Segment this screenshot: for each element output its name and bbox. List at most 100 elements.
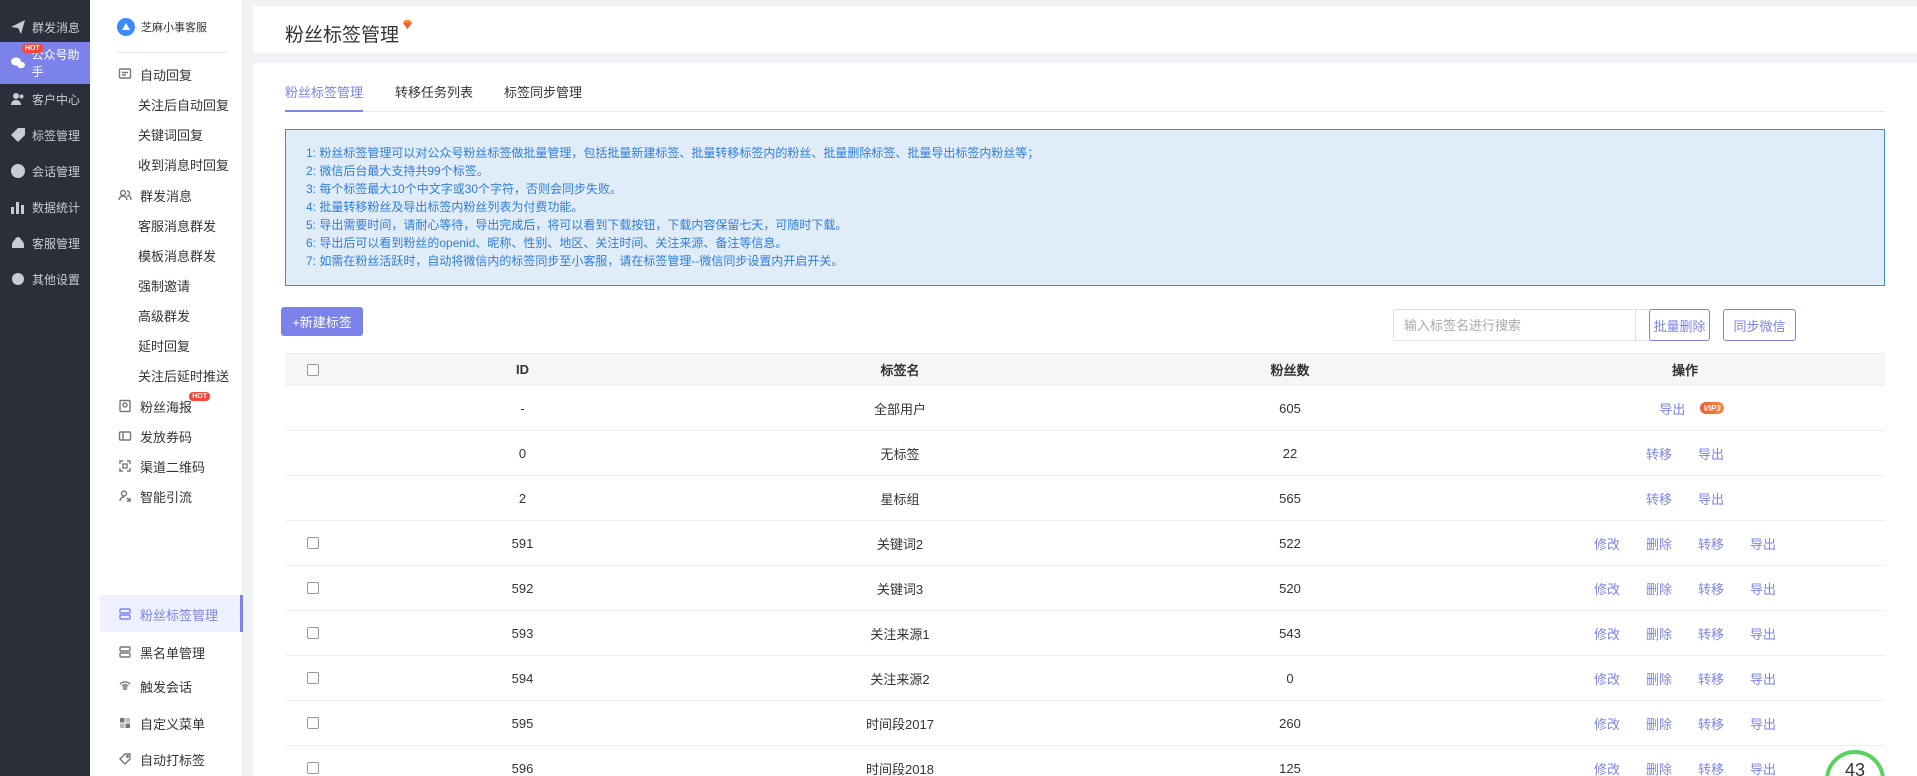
row-checkbox[interactable] xyxy=(306,717,319,729)
op-link[interactable]: 删除 xyxy=(1646,624,1672,643)
op-link[interactable]: 导出 xyxy=(1698,489,1724,508)
op-link[interactable]: 修改 xyxy=(1594,579,1620,598)
tab-transfer-tasks[interactable]: 转移任务列表 xyxy=(395,82,473,112)
image-icon xyxy=(117,398,133,414)
op-link[interactable]: 转移 xyxy=(1698,579,1724,598)
op-link[interactable]: 转移 xyxy=(1698,714,1724,733)
notice-line: 4: 批量转移粉丝及导出标签内粉丝列表为付费功能。 xyxy=(306,200,584,214)
submenu-label: 智能引流 xyxy=(140,489,193,505)
select-all-checkbox[interactable] xyxy=(306,363,319,376)
nav-item-7[interactable]: 其他设置 xyxy=(0,258,90,300)
submenu-label: 渠道二维码 xyxy=(140,459,206,475)
submenu-blacklist[interactable]: 黑名单管理 xyxy=(117,640,205,664)
submenu-force-invite[interactable]: 强制邀请 xyxy=(138,273,190,297)
cell-name: 关键词3 xyxy=(876,581,924,597)
table-row: 0 无标签 22 转移 导出 xyxy=(285,431,1885,476)
table-row: 593 关注来源1 543 修改 删除 转移 导出 xyxy=(285,611,1885,656)
op-link[interactable]: 导出 xyxy=(1698,444,1724,463)
cell-fans: 565 xyxy=(1279,490,1301,506)
search-input[interactable] xyxy=(1394,310,1635,340)
submenu-fan-tag[interactable]: 粉丝标签管理 xyxy=(117,602,218,626)
op-link[interactable]: 删除 xyxy=(1646,534,1672,553)
op-link[interactable]: 转移 xyxy=(1698,624,1724,643)
submenu-message-reply[interactable]: 收到消息时回复 xyxy=(138,152,229,176)
submenu-follow-reply[interactable]: 关注后自动回复 xyxy=(138,92,229,116)
checkbox-cell xyxy=(285,656,340,700)
message-icon xyxy=(117,66,133,82)
sync-wechat-button[interactable]: 同步微信 xyxy=(1723,309,1796,341)
divider xyxy=(117,52,227,53)
submenu-template-mass[interactable]: 模板消息群发 xyxy=(138,243,216,267)
row-checkbox[interactable] xyxy=(306,762,319,774)
submenu-coupon[interactable]: 发放券码 xyxy=(117,424,192,448)
submenu-trigger-chat[interactable]: 触发会话 xyxy=(117,674,192,698)
brand-logo-icon xyxy=(117,18,135,36)
row-checkbox[interactable] xyxy=(306,537,319,549)
submenu-label: 发放券码 xyxy=(140,429,193,445)
users-icon xyxy=(9,90,27,108)
vip-diamond-icon xyxy=(402,19,413,30)
op-link[interactable]: 导出 xyxy=(1750,714,1776,733)
submenu-keyword-reply[interactable]: 关键词回复 xyxy=(138,122,203,146)
submenu-custom-menu[interactable]: 自定义菜单 xyxy=(117,711,205,735)
tab-tag-sync[interactable]: 标签同步管理 xyxy=(504,82,582,112)
sub-menu: 芝麻小事客服 自动回复 关注后自动回复 关键词回复 收到消息时回复 群发消息 客… xyxy=(90,0,243,776)
new-tag-button[interactable]: +新建标签 xyxy=(281,307,363,336)
op-link[interactable]: 导出 xyxy=(1750,624,1776,643)
op-link[interactable]: 转移 xyxy=(1646,444,1672,463)
submenu-cs-mass[interactable]: 客服消息群发 xyxy=(138,213,216,237)
tab-fan-tag[interactable]: 粉丝标签管理 xyxy=(285,82,364,112)
row-checkbox[interactable] xyxy=(306,627,319,639)
cell-id: 591 xyxy=(511,535,534,551)
cell-id: 594 xyxy=(511,670,534,686)
op-link[interactable]: 修改 xyxy=(1594,534,1620,553)
cell-name: 无标签 xyxy=(880,446,920,462)
nav-item-label: 会话管理 xyxy=(32,164,81,179)
op-link[interactable]: 导出 xyxy=(1750,579,1776,598)
page-header: 粉丝标签管理 xyxy=(253,6,1917,53)
cell-ops: 转移 导出 xyxy=(1485,431,1885,475)
op-link[interactable]: 删除 xyxy=(1646,759,1672,776)
support-icon xyxy=(9,234,27,252)
op-link[interactable]: 修改 xyxy=(1594,669,1620,688)
op-link[interactable]: 修改 xyxy=(1594,624,1620,643)
op-link[interactable]: 转移 xyxy=(1698,534,1724,553)
cell-fans: 125 xyxy=(1279,760,1301,776)
op-link[interactable]: 导出 xyxy=(1750,534,1776,553)
tag-icon xyxy=(9,126,27,144)
op-link[interactable]: 修改 xyxy=(1594,714,1620,733)
nav-item-label: 标签管理 xyxy=(32,128,81,143)
submenu-auto-reply[interactable]: 自动回复 xyxy=(117,62,192,86)
checkbox-cell xyxy=(285,611,340,655)
hot-badge: HOT xyxy=(189,391,211,401)
tag-table: ID 标签名 粉丝数 操作 - 全部用户 605 导出 VIP3 0 无标签 22 转移 导出 2 星… xyxy=(285,353,1885,776)
table-row: 594 关注来源2 0 修改 删除 转移 导出 xyxy=(285,656,1885,701)
op-link[interactable]: 转移 xyxy=(1698,759,1724,776)
submenu-advanced-mass[interactable]: 高级群发 xyxy=(138,303,190,327)
notice-line: 3: 每个标签最大10个中文字或30个字符，否则会同步失败。 xyxy=(306,182,623,196)
op-link[interactable]: 修改 xyxy=(1594,759,1620,776)
op-link[interactable]: 导出 xyxy=(1659,399,1685,418)
submenu-channel-qr[interactable]: 渠道二维码 xyxy=(117,454,205,478)
row-checkbox[interactable] xyxy=(306,672,319,684)
submenu-delay-reply[interactable]: 延时回复 xyxy=(138,333,190,357)
op-link[interactable]: 删除 xyxy=(1646,669,1672,688)
batch-delete-button[interactable]: 批量删除 xyxy=(1649,309,1710,341)
op-link[interactable]: 导出 xyxy=(1750,669,1776,688)
op-link[interactable]: 导出 xyxy=(1750,759,1776,776)
op-link[interactable]: 删除 xyxy=(1646,714,1672,733)
header-checkbox-cell xyxy=(285,354,340,385)
submenu-follow-delay-push[interactable]: 关注后延时推送 xyxy=(138,363,229,387)
op-link[interactable]: 转移 xyxy=(1646,489,1672,508)
op-link[interactable]: 转移 xyxy=(1698,669,1724,688)
vip-badge: VIP3 xyxy=(1700,402,1724,414)
row-checkbox[interactable] xyxy=(306,582,319,594)
submenu-smart-guide[interactable]: 智能引流 xyxy=(117,484,192,508)
submenu-mass-message[interactable]: 群发消息 xyxy=(117,183,192,207)
brand: 芝麻小事客服 xyxy=(117,18,207,36)
op-link[interactable]: 删除 xyxy=(1646,579,1672,598)
submenu-fan-poster[interactable]: 粉丝海报 HOT xyxy=(117,391,211,418)
submenu-auto-tag[interactable]: 自动打标签 xyxy=(117,747,205,771)
checkbox-cell xyxy=(285,746,340,776)
cell-name: 星标组 xyxy=(880,491,920,507)
